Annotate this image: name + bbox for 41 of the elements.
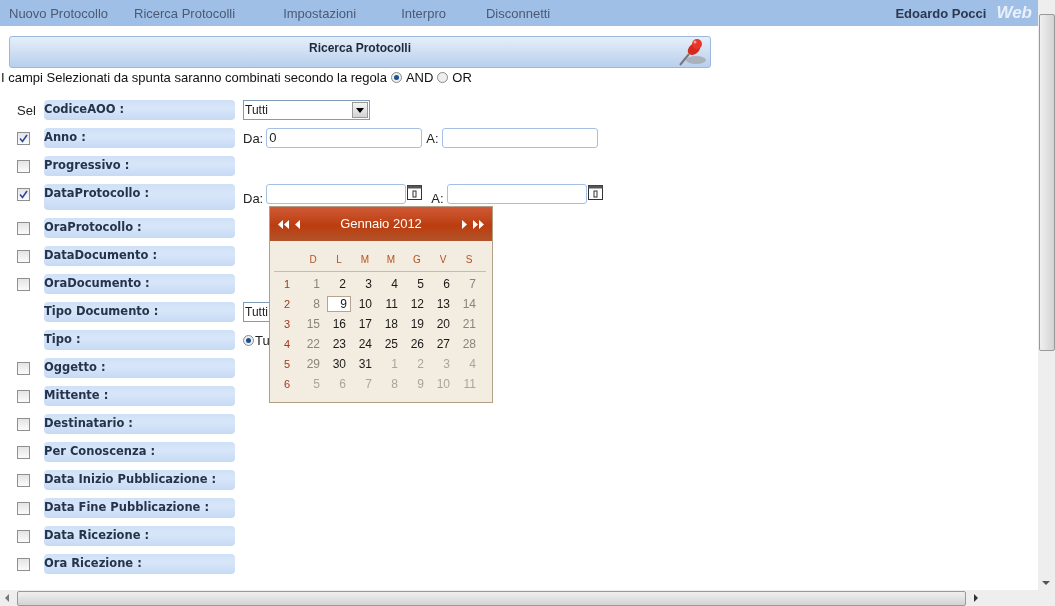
to-label: A: [426,130,439,146]
field-label: OraProtocollo : [44,218,235,238]
month-title: Gennaio 2012 [339,215,423,231]
rule-text: I campi Selezionati da spunta saranno combinati secondo la regola [1,70,387,85]
panel-title: Ricerca Protocolli [307,41,412,55]
field-label: Mittente : [44,386,235,406]
field-label: Tipo : [44,330,235,350]
field-label: Data Ricezione : [44,526,235,546]
field-label: Destinatario : [44,414,235,434]
week-number: 6 [282,378,292,390]
weekday-label: M [385,253,397,265]
radio-label: Tu [255,332,270,348]
user-name: Edoardo Pocci [895,5,987,21]
weekday-label: V [438,253,448,265]
from-label: Da: [243,130,264,146]
column-label: Sel [17,102,36,118]
weekday-label: D [308,253,318,265]
radio-label: AND [405,70,434,85]
field-label: Ora Ricezione : [44,554,235,574]
week-number: 5 [282,358,292,370]
field-label: Anno : [44,128,235,148]
field-label: Per Conoscenza : [44,442,235,462]
field-label: Data Fine Pubblicazione : [44,498,235,518]
from-label: Da: [243,192,264,206]
field-label: Tipo Documento : [44,302,235,322]
field-label: Data Inizio Pubblicazione : [44,470,235,490]
week-number: 1 [282,278,292,290]
weekday-label: L [335,253,343,265]
field-label: OraDocumento : [44,274,235,294]
field-label: DataDocumento : [44,246,235,266]
week-number: 4 [282,338,292,350]
logo: Web [996,3,1032,23]
weekday-label: M [359,253,371,265]
weekday-label: G [412,253,422,265]
field-label: Progressivo : [44,156,235,176]
field-label: DataProtocollo : [44,184,235,210]
field-label: Oggetto : [44,358,235,378]
field-label: CodiceAOO : [44,100,235,120]
radio-label: OR [452,70,472,85]
weekday-label: S [464,253,474,265]
to-label: A: [431,192,444,206]
